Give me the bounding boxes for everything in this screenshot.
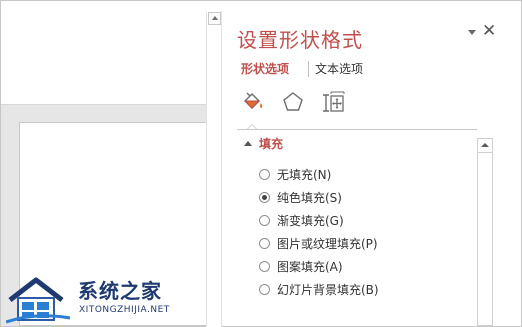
- fill-section-title[interactable]: 填充: [259, 136, 283, 152]
- slide-top-strip: [1, 1, 206, 11]
- pane-title: 设置形状格式: [237, 28, 363, 52]
- radio-button[interactable]: [259, 215, 270, 226]
- tab-text-options[interactable]: 文本选项: [308, 61, 363, 77]
- fill-option-label: 幻灯片背景填充(B): [277, 283, 379, 297]
- watermark-url: XITONGZHIJIA.NET: [79, 305, 170, 315]
- radio-button[interactable]: [259, 261, 270, 272]
- fill-option-label: 图案填充(A): [277, 260, 343, 274]
- fill-option-gradient[interactable]: 渐变填充(G): [259, 212, 449, 230]
- fill-option-solid[interactable]: 纯色填充(S): [259, 189, 449, 207]
- close-icon[interactable]: ✕: [482, 21, 496, 41]
- fill-option-label: 图片或纹理填充(P): [277, 237, 378, 251]
- watermark-name: 系统之家: [78, 279, 162, 303]
- effects-pentagon-icon[interactable]: [281, 90, 305, 114]
- pane-divider: [237, 129, 477, 130]
- fill-option-label: 纯色填充(S): [277, 191, 342, 205]
- fill-option-pattern[interactable]: 图案填充(A): [259, 258, 449, 276]
- vertical-scrollbar[interactable]: [206, 11, 222, 327]
- fill-option-none[interactable]: 无填充(N): [259, 166, 449, 184]
- fill-option-label: 渐变填充(G): [277, 214, 344, 228]
- watermark: 系统之家 XITONGZHIJIA.NET: [6, 272, 181, 326]
- slide-canvas[interactable]: [1, 11, 206, 105]
- fill-option-label: 无填充(N): [277, 168, 332, 182]
- fill-option-picture-texture[interactable]: 图片或纹理填充(P): [259, 235, 449, 253]
- section-collapse-icon[interactable]: [244, 141, 252, 146]
- fill-line-icon[interactable]: [241, 90, 265, 114]
- watermark-logo-icon: [6, 277, 71, 324]
- radio-button[interactable]: [259, 169, 270, 180]
- pane-options-dropdown-icon[interactable]: [467, 27, 477, 37]
- pane-scrollbar[interactable]: [477, 138, 493, 326]
- scroll-up-button[interactable]: [208, 12, 221, 25]
- scroll-up-button[interactable]: [478, 139, 492, 153]
- format-shape-pane: 设置形状格式 ✕ 形状选项 文本选项 填充 无填充(N) 纯色填充(S) 渐变填…: [224, 11, 521, 326]
- tab-shape-options[interactable]: 形状选项: [241, 61, 289, 77]
- radio-button[interactable]: [259, 284, 270, 295]
- slide-divider: [1, 104, 206, 105]
- radio-button[interactable]: [259, 192, 270, 203]
- fill-option-slide-background[interactable]: 幻灯片背景填充(B): [259, 281, 449, 299]
- radio-button[interactable]: [259, 238, 270, 249]
- size-properties-icon[interactable]: [321, 90, 345, 114]
